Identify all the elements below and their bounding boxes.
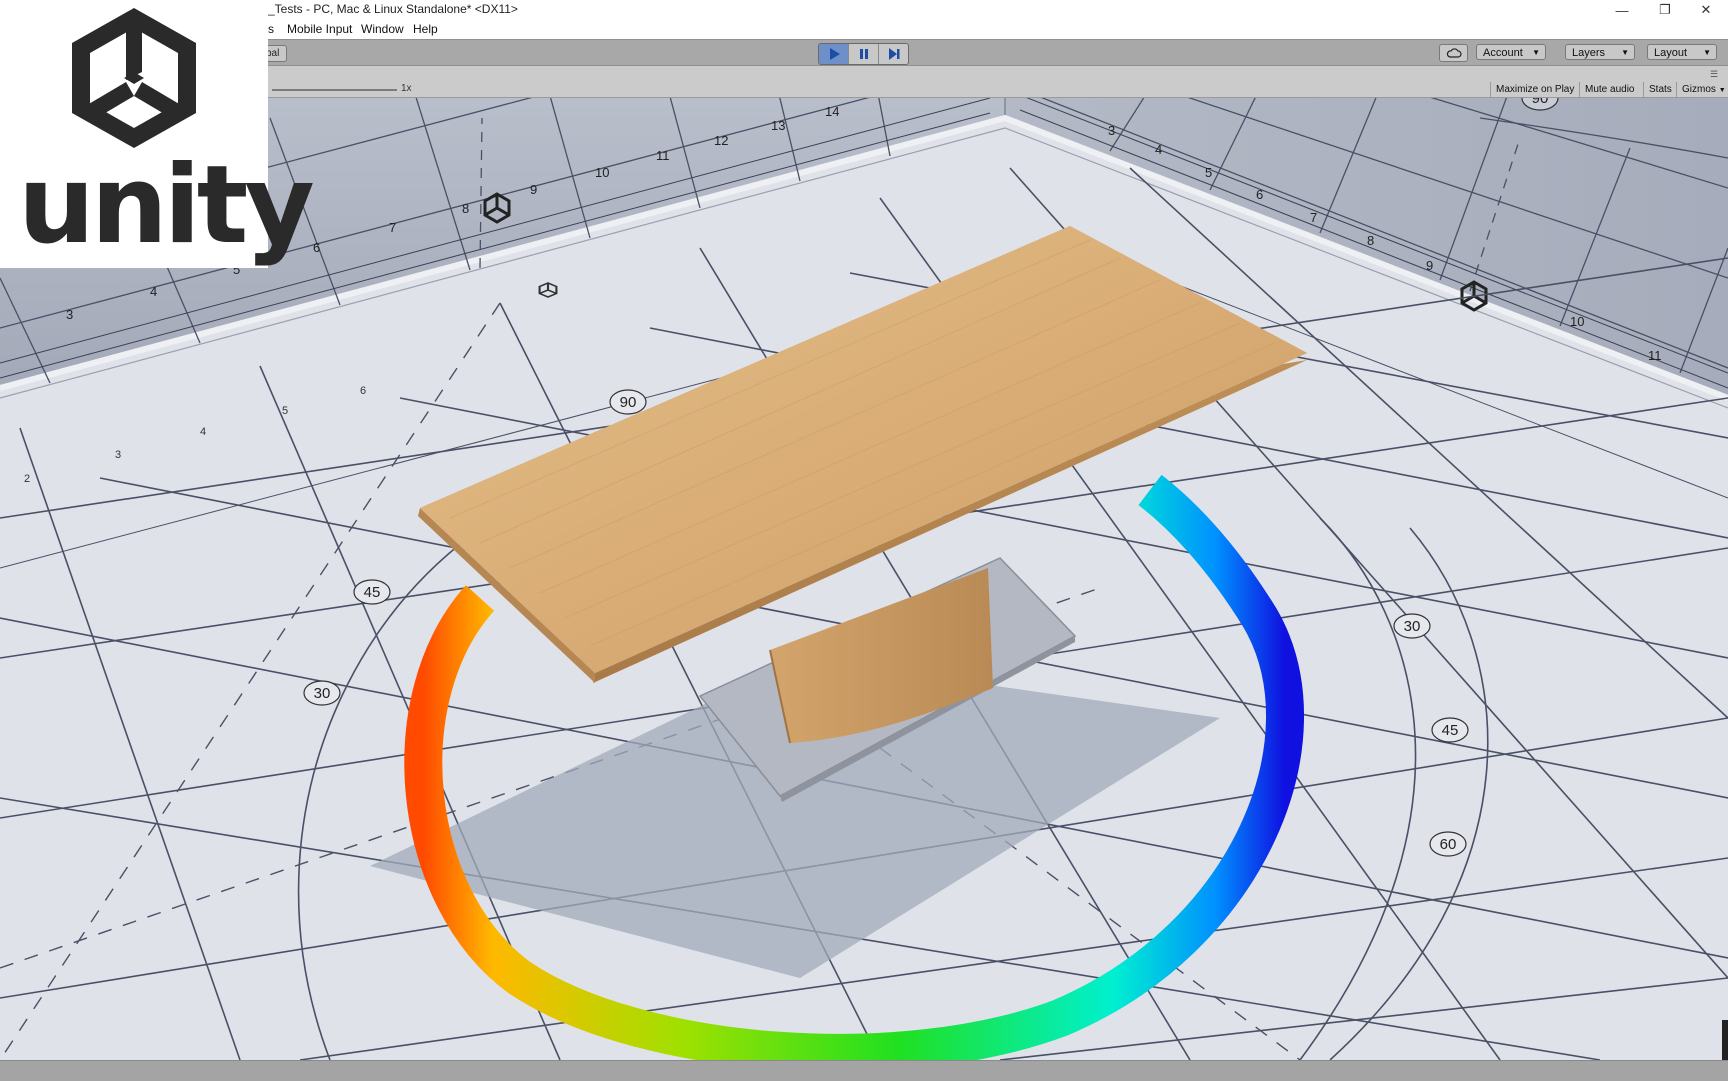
unity-cube-icon bbox=[72, 8, 196, 148]
ruler-number: 9 bbox=[530, 182, 537, 197]
gizmos-label: Gizmos bbox=[1682, 84, 1716, 95]
ruler-number: 4 bbox=[1155, 142, 1162, 157]
minimize-icon: — bbox=[1615, 2, 1629, 18]
gizmos-dropdown[interactable]: Gizmos ▼ bbox=[1676, 82, 1728, 98]
resize-handle[interactable] bbox=[1722, 1020, 1728, 1060]
angle-label: 45 bbox=[1442, 722, 1459, 739]
minimize-button[interactable]: — bbox=[1602, 0, 1642, 20]
floor-number: 6 bbox=[360, 385, 366, 397]
step-button[interactable] bbox=[878, 44, 908, 64]
ruler-number: 12 bbox=[714, 133, 728, 148]
angle-label: 90 bbox=[1532, 98, 1549, 107]
ruler-number: 7 bbox=[1310, 210, 1317, 225]
floor-number: 5 bbox=[282, 405, 288, 417]
layers-dropdown[interactable]: Layers ▼ bbox=[1565, 44, 1635, 60]
play-button[interactable] bbox=[819, 44, 848, 64]
ruler-number: 11 bbox=[656, 148, 670, 163]
chevron-down-icon: ▼ bbox=[1621, 48, 1629, 57]
pause-icon bbox=[859, 49, 868, 59]
close-button[interactable]: ✕ bbox=[1686, 0, 1726, 20]
ruler-number: 10 bbox=[595, 165, 609, 180]
pause-button[interactable] bbox=[848, 44, 878, 64]
maximize-on-play-toggle[interactable]: Maximize on Play bbox=[1490, 82, 1579, 98]
ruler-number: 4 bbox=[150, 284, 157, 299]
unity-wordmark: unity bbox=[18, 143, 315, 268]
unity-logo: unity bbox=[0, 0, 315, 268]
step-icon bbox=[888, 48, 899, 60]
menu-item-mobile-input[interactable]: Mobile Input bbox=[287, 22, 352, 36]
angle-label: 45 bbox=[364, 584, 381, 601]
floor-number: 4 bbox=[200, 426, 206, 438]
ruler-number: 10 bbox=[1570, 314, 1584, 329]
ruler-number: 14 bbox=[825, 104, 839, 119]
layout-label: Layout bbox=[1654, 47, 1688, 59]
account-label: Account bbox=[1483, 47, 1523, 59]
angle-label: 90 bbox=[620, 394, 637, 411]
panel-menu-icon[interactable]: ☰ bbox=[1710, 69, 1718, 80]
play-controls bbox=[818, 43, 909, 65]
menu-item-window[interactable]: Window bbox=[361, 22, 404, 36]
stats-toggle[interactable]: Stats bbox=[1643, 82, 1676, 98]
angle-label: 60 bbox=[1440, 836, 1457, 853]
ruler-number: 6 bbox=[313, 240, 320, 255]
close-icon: ✕ bbox=[1700, 2, 1712, 17]
menu-item-s[interactable]: s bbox=[268, 22, 274, 36]
mute-audio-toggle[interactable]: Mute audio bbox=[1579, 82, 1643, 98]
restore-icon: ❐ bbox=[1659, 2, 1671, 17]
scale-slider[interactable] bbox=[272, 89, 397, 91]
ruler-number: 7 bbox=[389, 220, 396, 235]
floor-number: 3 bbox=[115, 449, 121, 461]
angle-label: 30 bbox=[1404, 618, 1421, 635]
chevron-down-icon: ▼ bbox=[1703, 48, 1711, 57]
layout-dropdown[interactable]: Layout ▼ bbox=[1647, 44, 1717, 60]
ruler-number: 5 bbox=[1205, 165, 1212, 180]
restore-button[interactable]: ❐ bbox=[1645, 0, 1685, 20]
chevron-down-icon: ▼ bbox=[1718, 87, 1726, 94]
ruler-number: 3 bbox=[1108, 123, 1115, 138]
ruler-number: 8 bbox=[462, 201, 469, 216]
account-dropdown[interactable]: Account ▼ bbox=[1476, 44, 1546, 60]
layers-label: Layers bbox=[1572, 47, 1606, 59]
scale-value: 1x bbox=[401, 83, 412, 94]
ruler-number: 6 bbox=[1256, 187, 1263, 202]
cloud-button[interactable] bbox=[1439, 44, 1468, 62]
ruler-number: 13 bbox=[771, 118, 785, 133]
window-title: _Tests - PC, Mac & Linux Standalone* <DX… bbox=[268, 2, 518, 16]
status-bar bbox=[0, 1060, 1728, 1081]
ruler-number: 3 bbox=[66, 307, 73, 322]
chevron-down-icon: ▼ bbox=[1532, 48, 1540, 57]
ruler-number: 9 bbox=[1426, 258, 1433, 273]
ruler-number: 8 bbox=[1367, 233, 1374, 248]
play-icon bbox=[829, 48, 840, 60]
cloud-icon bbox=[1446, 48, 1462, 58]
ruler-number: 11 bbox=[1648, 348, 1662, 363]
angle-label: 30 bbox=[314, 685, 331, 702]
floor-number: 2 bbox=[24, 473, 30, 485]
menu-item-help[interactable]: Help bbox=[413, 22, 438, 36]
